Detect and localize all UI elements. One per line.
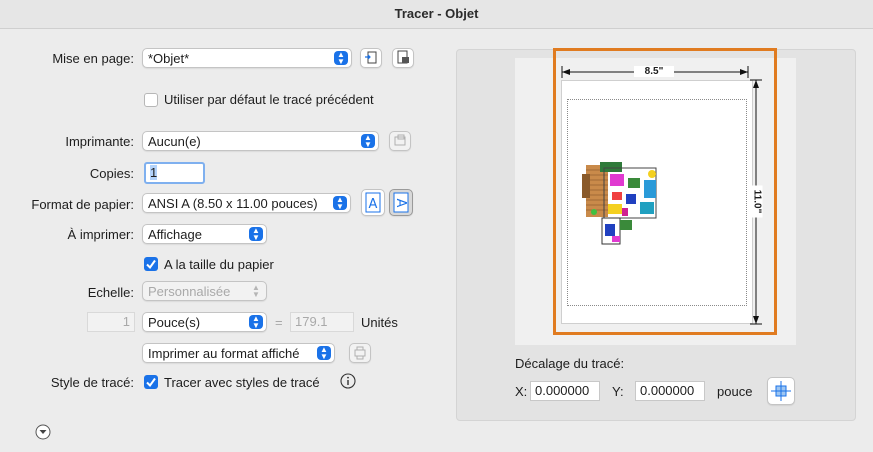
offset-y-label: Y: xyxy=(612,384,624,399)
info-button[interactable] xyxy=(340,373,356,389)
scale-value: Personnalisée xyxy=(148,284,231,299)
page-setup-value: *Objet* xyxy=(148,51,190,66)
offset-y-input[interactable]: 0.000000 xyxy=(635,381,705,401)
plot-format-popup[interactable]: Imprimer au format affiché ▲ ▼ xyxy=(142,343,335,363)
scale-unit-value: Pouce(s) xyxy=(148,315,201,330)
chevron-updown-icon: ▲ ▼ xyxy=(361,134,375,149)
offset-x-label: X: xyxy=(515,384,528,399)
center-plot-button[interactable] xyxy=(767,377,795,405)
page-setup-manager-button[interactable] xyxy=(392,48,414,68)
drawing-preview-image xyxy=(582,162,657,245)
page-setup-label: Mise en page: xyxy=(52,51,134,66)
what-to-plot-label: À imprimer: xyxy=(67,227,134,242)
plot-styles-label: Tracer avec styles de tracé xyxy=(164,375,320,390)
landscape-icon: A xyxy=(393,192,409,213)
printer-properties-icon xyxy=(394,134,406,146)
offset-unit-label: pouce xyxy=(717,384,753,399)
landscape-glyph: A xyxy=(393,199,408,208)
fit-to-paper-label: A la taille du papier xyxy=(164,257,274,272)
fit-to-paper-checkbox[interactable] xyxy=(144,257,158,271)
window-title: Tracer - Objet xyxy=(0,0,873,29)
paper-size-popup[interactable]: ANSI A (8.50 x 11.00 pouces) ▲ ▼ xyxy=(142,193,351,213)
printer-label: Imprimante: xyxy=(65,134,134,149)
plot-style-label: Style de tracé: xyxy=(50,375,134,390)
import-icon xyxy=(365,51,377,64)
printer-icon xyxy=(354,346,366,360)
paper-size-value: ANSI A (8.50 x 11.00 pouces) xyxy=(148,196,318,211)
paper-height-label: 11.0" xyxy=(751,185,763,218)
info-icon xyxy=(340,373,356,389)
plot-format-value: Imprimer au format affiché xyxy=(148,346,300,361)
plot-offset-title: Décalage du tracé: xyxy=(515,356,625,371)
portrait-orientation-button[interactable]: A xyxy=(361,189,385,216)
printer-popup[interactable]: Aucun(e) ▲ ▼ xyxy=(142,131,379,151)
portrait-glyph: A xyxy=(369,197,378,212)
scale-drawing-units-input[interactable]: 179.1 xyxy=(290,312,354,332)
units-label: Unités xyxy=(361,315,398,330)
use-previous-checkbox[interactable] xyxy=(144,93,158,107)
scale-unit-popup[interactable]: Pouce(s) ▲ ▼ xyxy=(142,312,267,332)
plot-styles-checkbox[interactable] xyxy=(144,375,158,389)
landscape-orientation-button[interactable]: A xyxy=(389,189,413,216)
what-to-plot-value: Affichage xyxy=(148,227,202,242)
center-target-icon xyxy=(771,381,791,401)
scale-paper-units-input[interactable]: 1 xyxy=(87,312,135,332)
use-previous-label: Utiliser par défaut le tracé précédent xyxy=(164,92,374,107)
copies-input[interactable]: 1 xyxy=(144,162,205,184)
what-to-plot-popup[interactable]: Affichage ▲ ▼ xyxy=(142,224,267,244)
chevron-down-circle-icon xyxy=(35,424,51,440)
paper-size-label: Format de papier: xyxy=(31,197,134,212)
chevron-updown-icon: ▲ ▼ xyxy=(252,283,260,299)
equals-sign: = xyxy=(275,315,283,330)
chevron-updown-icon: ▲ ▼ xyxy=(334,51,348,66)
copies-label: Copies: xyxy=(89,166,134,181)
chevron-updown-icon: ▲ ▼ xyxy=(249,315,263,330)
checkmark-icon xyxy=(146,377,156,388)
page-setup-icon xyxy=(397,50,409,64)
checkmark-icon xyxy=(146,259,156,270)
scale-popup[interactable]: Personnalisée ▲ ▼ xyxy=(142,281,267,301)
import-page-setup-button[interactable] xyxy=(360,48,382,68)
expand-options-button[interactable] xyxy=(35,424,51,440)
page-setup-popup[interactable]: *Objet* ▲ ▼ xyxy=(142,48,352,68)
scale-label: Echelle: xyxy=(87,285,134,300)
chevron-updown-icon: ▲ ▼ xyxy=(317,346,331,361)
chevron-updown-icon: ▲ ▼ xyxy=(249,227,263,242)
copies-value: 1 xyxy=(150,165,158,180)
printer-properties-button[interactable] xyxy=(389,131,411,151)
portrait-icon: A xyxy=(365,192,381,213)
chevron-updown-icon: ▲ ▼ xyxy=(333,196,347,211)
offset-x-input[interactable]: 0.000000 xyxy=(530,381,600,401)
plot-format-options-button[interactable] xyxy=(349,343,371,363)
printer-value: Aucun(e) xyxy=(148,134,201,149)
paper-width-label: 8.5" xyxy=(634,66,674,77)
